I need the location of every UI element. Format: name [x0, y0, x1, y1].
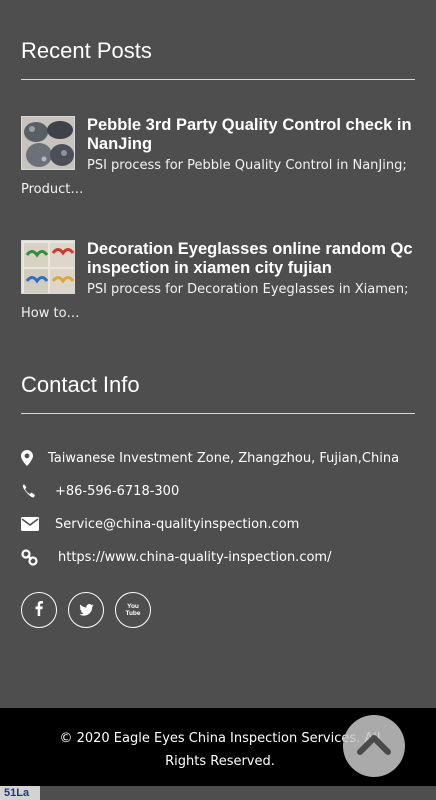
post-title-link[interactable]: Pebble 3rd Party Quality Control check i… [87, 116, 421, 154]
post-title-link[interactable]: Decoration Eyeglasses online random Qc i… [87, 240, 421, 278]
contact-address-row: Taiwanese Investment Zone, Zhangzhou, Fu… [21, 448, 399, 468]
contact-website[interactable]: https://www.china-quality-inspection.com… [58, 550, 331, 565]
twitter-icon [78, 601, 94, 620]
facebook-icon [35, 600, 43, 620]
contact-info-divider [21, 413, 415, 414]
phone-icon [21, 484, 55, 498]
youtube-icon: You Tube [125, 603, 141, 617]
contact-email[interactable]: Service@china-qualityinspection.com [55, 517, 299, 532]
twitter-button[interactable] [68, 592, 104, 628]
facebook-button[interactable] [21, 592, 57, 628]
counter-badge[interactable]: 51La [0, 786, 40, 800]
contact-address: Taiwanese Investment Zone, Zhangzhou, Fu… [48, 450, 400, 466]
youtube-button[interactable]: You Tube [115, 592, 151, 628]
chevron-up-icon [357, 733, 391, 759]
post-item-pebble: Pebble 3rd Party Quality Control check i… [21, 116, 421, 197]
envelope-icon [21, 517, 55, 531]
back-to-top-button[interactable] [343, 715, 405, 777]
contact-email-row: Service@china-qualityinspection.com [21, 514, 299, 534]
contact-phone[interactable]: +86-596-6718-300 [55, 484, 179, 499]
recent-posts-heading: Recent Posts [21, 38, 152, 63]
map-marker-icon [21, 450, 48, 466]
contact-website-row: https://www.china-quality-inspection.com… [21, 547, 331, 567]
contact-info-heading: Contact Info [21, 372, 140, 397]
link-icon [21, 548, 58, 566]
recent-posts-divider [21, 79, 415, 80]
post-item-eyeglasses: Decoration Eyeglasses online random Qc i… [21, 240, 421, 321]
contact-phone-row: +86-596-6718-300 [21, 481, 179, 501]
post-excerpt: PSI process for Decoration Eyeglasses in… [21, 282, 409, 321]
post-excerpt: PSI process for Pebble Quality Control i… [21, 158, 407, 197]
